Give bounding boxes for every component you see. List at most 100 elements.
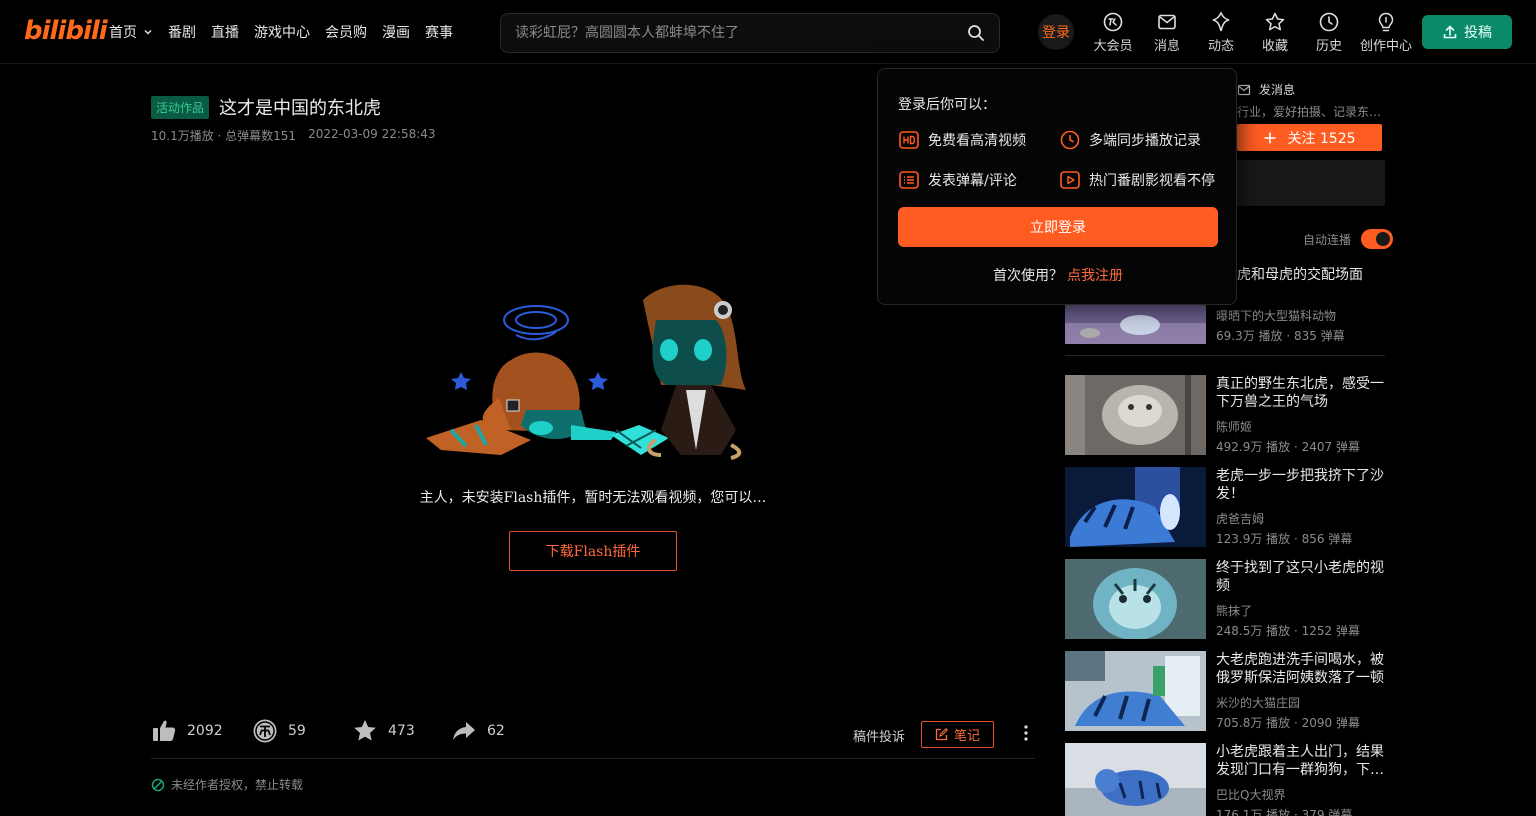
upload-button[interactable]: 投稿 <box>1422 15 1512 49</box>
first-rec-author[interactable]: 曝晒下的大型猫科动物 <box>1216 307 1336 324</box>
copyright-text: 未经作者授权，禁止转载 <box>171 778 304 792</box>
flash-missing-message: 主人，未安装Flash插件，暂时无法观看视频，您可以… <box>419 490 767 506</box>
upload-label: 投稿 <box>1464 25 1492 41</box>
header-vip[interactable]: 大会员 <box>1086 0 1140 64</box>
rec-author[interactable]: 米沙的大猫庄园 <box>1216 694 1300 711</box>
search-icon[interactable] <box>967 24 985 42</box>
play-icon <box>1060 171 1080 189</box>
rec-title[interactable]: 终于找到了这只小老虎的视频 <box>1216 559 1386 595</box>
autoplay-control: 自动连播 <box>1303 229 1394 249</box>
forbidden-icon <box>151 778 165 791</box>
nav-game-center[interactable]: 游戏中心 <box>254 22 310 42</box>
message-icon <box>1158 14 1176 29</box>
register-prompt-text: 首次使用？ <box>993 268 1063 284</box>
like-button[interactable]: 2092 <box>151 718 223 744</box>
feature-sync-label: 多端同步播放记录 <box>1089 133 1201 149</box>
share-button[interactable]: 62 <box>451 718 505 744</box>
rec-title[interactable]: 老虎一步一步把我挤下了沙发！ <box>1216 467 1386 503</box>
vip-icon <box>1103 12 1123 31</box>
thumbs-up-icon <box>153 720 176 741</box>
header-dynamic[interactable]: 动态 <box>1194 0 1248 64</box>
send-message-link[interactable]: 发消息 <box>1237 81 1295 98</box>
rec-thumbnail[interactable] <box>1065 467 1206 547</box>
hd-icon <box>899 131 919 149</box>
rec-thumbnail[interactable] <box>1065 375 1206 455</box>
rec-stats: 492.9万 播放 · 2407 弹幕 <box>1216 440 1360 454</box>
note-button[interactable]: 笔记 <box>921 721 994 748</box>
activity-badge[interactable]: 活动作品 <box>151 95 210 119</box>
recommendation-list: 真正的野生东北虎，感受一下万兽之王的气场 陈师姬 492.9万 播放 · 240… <box>1065 375 1385 816</box>
rec-thumbnail[interactable] <box>1065 743 1206 816</box>
rec-title[interactable]: 真正的野生东北虎，感受一下万兽之王的气场 <box>1216 375 1386 411</box>
first-rec-thumbnail[interactable] <box>1065 303 1206 344</box>
rec-thumbnail-image <box>1065 559 1206 639</box>
header-favorites-label: 收藏 <box>1261 38 1288 54</box>
rec-item[interactable]: 大老虎跑进洗手间喝水，被俄罗斯保洁阿姨数落了一顿 米沙的大猫庄园 705.8万 … <box>1065 651 1385 743</box>
coin-button[interactable]: 59 <box>252 718 306 744</box>
rec-stats: 123.9万 播放 · 856 弹幕 <box>1216 532 1353 546</box>
nav-home-label: 首页 <box>109 25 137 41</box>
list-icon <box>899 171 919 189</box>
rec-item[interactable]: 老虎一步一步把我挤下了沙发！ 虎爸吉姆 123.9万 播放 · 856 弹幕 <box>1065 467 1385 559</box>
first-rec-stats: 69.3万 播放 · 835 弹幕 <box>1216 329 1345 343</box>
header-favorites[interactable]: 收藏 <box>1248 0 1302 64</box>
search-input[interactable] <box>515 14 945 52</box>
video-title: 这才是中国的东北虎 <box>219 98 382 119</box>
rec-item[interactable]: 终于找到了这只小老虎的视频 熊抹了 248.5万 播放 · 1252 弹幕 <box>1065 559 1385 651</box>
coin-icon <box>253 719 277 743</box>
nav-shop[interactable]: 会员购 <box>325 22 367 42</box>
share-count: 62 <box>487 723 505 739</box>
login-avatar-button[interactable]: 登录 <box>1038 14 1074 50</box>
plus-icon <box>1264 132 1276 143</box>
rec-title[interactable]: 小老虎跟着主人出门，结果发现门口有一群狗狗，下… <box>1216 743 1386 779</box>
follow-label: 关注 1525 <box>1287 130 1356 147</box>
chevron-down-icon <box>144 29 152 35</box>
feature-hd: 免费看高清视频 <box>898 129 1026 151</box>
bilibili-logo[interactable]: bilibili <box>24 16 108 46</box>
register-prompt: 首次使用？ 点我注册 <box>878 265 1238 285</box>
flash-missing-illustration <box>426 284 746 460</box>
login-now-button[interactable]: 立即登录 <box>898 207 1218 247</box>
header-message[interactable]: 消息 <box>1140 0 1194 64</box>
nav-esports[interactable]: 赛事 <box>425 22 453 42</box>
rec-author[interactable]: 虎爸吉姆 <box>1216 510 1264 527</box>
rec-author[interactable]: 熊抹了 <box>1216 602 1252 619</box>
rec-thumbnail[interactable] <box>1065 559 1206 639</box>
search-box <box>500 13 1000 53</box>
rec-author[interactable]: 巴比Q大视界 <box>1216 786 1285 803</box>
autoplay-toggle[interactable] <box>1361 229 1394 249</box>
header-creator-center[interactable]: 创作中心 <box>1356 0 1416 64</box>
report-link[interactable]: 稿件投诉 <box>853 726 905 745</box>
favorite-button[interactable]: 473 <box>352 718 415 744</box>
header-dynamic-label: 动态 <box>1207 38 1234 54</box>
feature-sync: 多端同步播放记录 <box>1059 129 1201 151</box>
register-link[interactable]: 点我注册 <box>1067 268 1123 284</box>
first-rec-thumbnail-image <box>1065 303 1206 344</box>
upload-icon <box>1443 25 1457 39</box>
follow-button[interactable]: 关注 1525 <box>1237 124 1382 151</box>
send-message-label: 发消息 <box>1259 83 1296 97</box>
nav-home[interactable]: 首页 <box>109 22 153 42</box>
video-meta: 10.1万播放 · 总弹幕数151 2022-03-09 22:58:43 <box>151 127 436 144</box>
header-vip-label: 大会员 <box>1093 38 1133 54</box>
download-flash-button[interactable]: 下载Flash插件 <box>509 531 677 571</box>
feature-anime: 热门番剧影视看不停 <box>1059 169 1215 191</box>
rec-thumbnail[interactable] <box>1065 651 1206 731</box>
feature-comment-label: 发表弹幕/评论 <box>928 173 1017 189</box>
nav-manga[interactable]: 漫画 <box>382 22 410 42</box>
nav-anime[interactable]: 番剧 <box>168 22 196 42</box>
video-title-row: 活动作品 这才是中国的东北虎 <box>151 94 381 120</box>
rec-author[interactable]: 陈师姬 <box>1216 418 1252 435</box>
rec-title[interactable]: 大老虎跑进洗手间喝水，被俄罗斯保洁阿姨数落了一顿 <box>1216 651 1386 687</box>
header-history[interactable]: 历史 <box>1302 0 1356 64</box>
main-nav: 首页 番剧 直播 游戏中心 会员购 漫画 赛事 <box>109 0 468 64</box>
more-options-icon[interactable] <box>1017 724 1035 742</box>
first-rec-title[interactable]: 虎和母虎的交配场面 <box>1237 264 1385 284</box>
feature-anime-label: 热门番剧影视看不停 <box>1089 173 1215 189</box>
rec-stats: 176.1万 播放 · 379 弹幕 <box>1216 808 1353 816</box>
rec-divider <box>1065 355 1385 356</box>
rec-item[interactable]: 真正的野生东北虎，感受一下万兽之王的气场 陈师姬 492.9万 播放 · 240… <box>1065 375 1385 467</box>
favorite-count: 473 <box>388 723 415 739</box>
nav-live[interactable]: 直播 <box>211 22 239 42</box>
rec-item[interactable]: 小老虎跟着主人出门，结果发现门口有一群狗狗，下… 巴比Q大视界 176.1万 播… <box>1065 743 1385 816</box>
